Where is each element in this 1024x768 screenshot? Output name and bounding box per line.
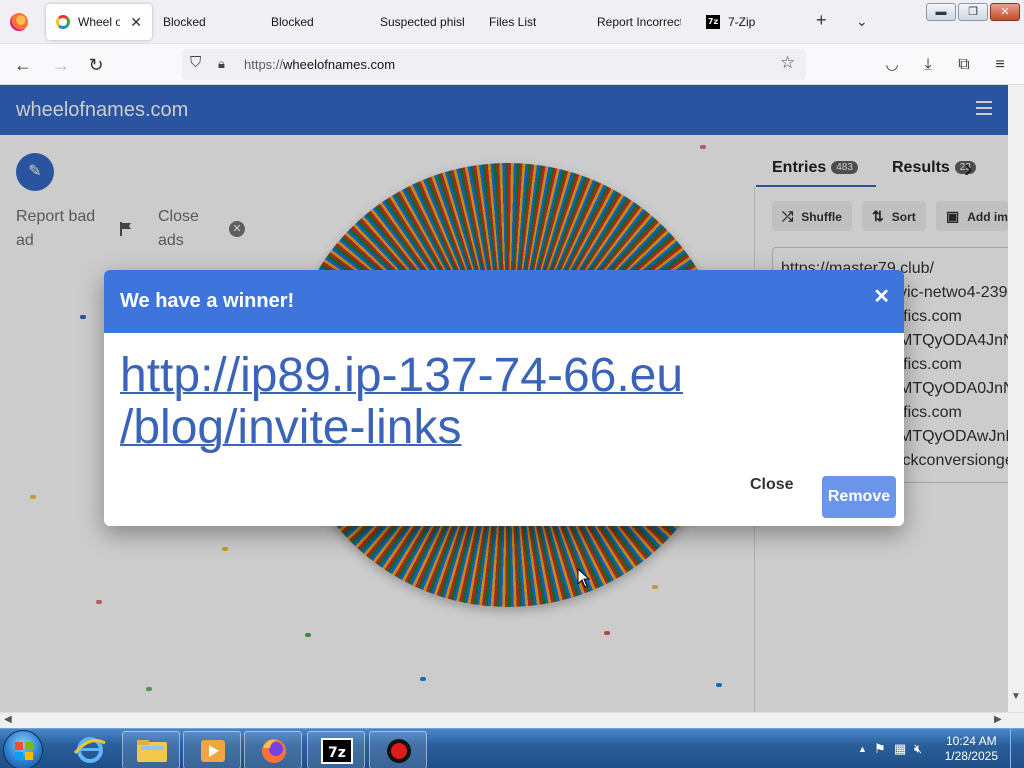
tab-blocked-1[interactable]: Blocked (153, 4, 257, 40)
vertical-scrollbar[interactable]: ▼ (1008, 85, 1024, 712)
tab-blocked-2[interactable]: Blocked (261, 4, 365, 40)
system-clock[interactable]: 10:24 AM 1/28/2025 (945, 734, 998, 764)
forward-arrow-icon[interactable]: → (48, 52, 74, 78)
tab-files-list[interactable]: Files List (479, 4, 583, 40)
minimize-window-button[interactable]: ▬ (926, 3, 956, 21)
address-bar[interactable]: ⛉ 🔒︎ https://wheelofnames.com ☆ (182, 49, 806, 80)
new-tab-icon[interactable]: + (816, 10, 827, 31)
browser-nav-bar: ← → ↻ ⛉ 🔒︎ https://wheelofnames.com ☆ ◡ … (0, 44, 1024, 85)
list-all-tabs-icon[interactable]: ⌄ (856, 13, 868, 30)
bookmark-star-icon[interactable]: ☆ (780, 53, 795, 73)
record-icon[interactable] (369, 731, 427, 768)
windows-logo-icon (15, 742, 33, 760)
browser-tab-strip: Wheel of ✕ Blocked Blocked Suspected phi… (0, 0, 1024, 44)
dialog-close-icon[interactable]: ✕ (873, 284, 890, 309)
lock-icon[interactable]: 🔒︎ (218, 56, 225, 72)
system-tray: ▲ ⚑ ▦ 🔇︎ 10:24 AM 1/28/2025 (834, 729, 1024, 768)
file-explorer-icon[interactable] (122, 731, 180, 768)
tab-7zip[interactable]: 7z 7-Zip (696, 4, 800, 40)
tab-suspected-phish[interactable]: Suspected phish (370, 4, 474, 40)
7zip-favicon-icon: 7z (706, 15, 720, 29)
horizontal-scrollbar[interactable]: ◀ ▶ (0, 712, 1024, 728)
shield-icon[interactable]: ⛉ (190, 54, 201, 71)
restore-window-button[interactable]: ❐ (958, 3, 988, 21)
tab-wheel-of-names[interactable]: Wheel of ✕ (46, 4, 152, 40)
extensions-icon[interactable]: ⧉ (951, 52, 977, 78)
close-window-button[interactable]: ✕ (990, 3, 1020, 21)
show-hidden-icons-icon[interactable]: ▲ (858, 744, 867, 754)
volume-muted-icon[interactable]: 🔇︎ (914, 741, 922, 757)
7zip-icon[interactable]: 7z (307, 731, 365, 768)
firefox-menu-icon[interactable] (10, 13, 28, 31)
dialog-header: We have a winner! ✕ (104, 270, 904, 333)
downloads-icon[interactable]: ⤓ (915, 52, 941, 78)
app-menu-icon[interactable]: ≡ (987, 52, 1013, 78)
action-center-flag-icon[interactable]: ⚑ (874, 741, 886, 757)
back-arrow-icon[interactable]: ← (10, 52, 36, 78)
svg-text:7z: 7z (328, 745, 346, 761)
url-text[interactable]: https://wheelofnames.com (244, 57, 395, 72)
start-button[interactable] (3, 730, 43, 768)
internet-explorer-icon[interactable] (61, 731, 119, 768)
scroll-left-arrow-icon[interactable]: ◀ (4, 714, 12, 725)
dialog-title: We have a winner! (120, 290, 295, 312)
wheel-favicon-icon (56, 15, 70, 29)
show-desktop-button[interactable] (1010, 729, 1024, 768)
reload-icon[interactable]: ↻ (83, 52, 109, 78)
remove-button[interactable]: Remove (822, 476, 896, 518)
winner-link[interactable]: http://ip89.ip-137-74-66.eu /blog/invite… (120, 350, 820, 454)
tab-close-icon[interactable]: ✕ (130, 14, 142, 31)
tab-report-incorrect[interactable]: Report Incorrect (587, 4, 691, 40)
network-icon[interactable]: ▦ (894, 741, 906, 757)
mouse-cursor-icon (577, 568, 591, 588)
scroll-down-arrow-icon[interactable]: ▼ (1011, 691, 1021, 702)
pocket-icon[interactable]: ◡ (879, 52, 905, 78)
windows-taskbar: 7z ▲ ⚑ ▦ 🔇︎ 10:24 AM 1/28/2025 (0, 728, 1024, 768)
firefox-icon[interactable] (244, 731, 302, 768)
media-player-icon[interactable] (183, 731, 241, 768)
close-button[interactable]: Close (750, 476, 794, 494)
winner-dialog: We have a winner! ✕ http://ip89.ip-137-7… (104, 270, 904, 526)
scroll-right-arrow-icon[interactable]: ▶ (994, 714, 1002, 725)
